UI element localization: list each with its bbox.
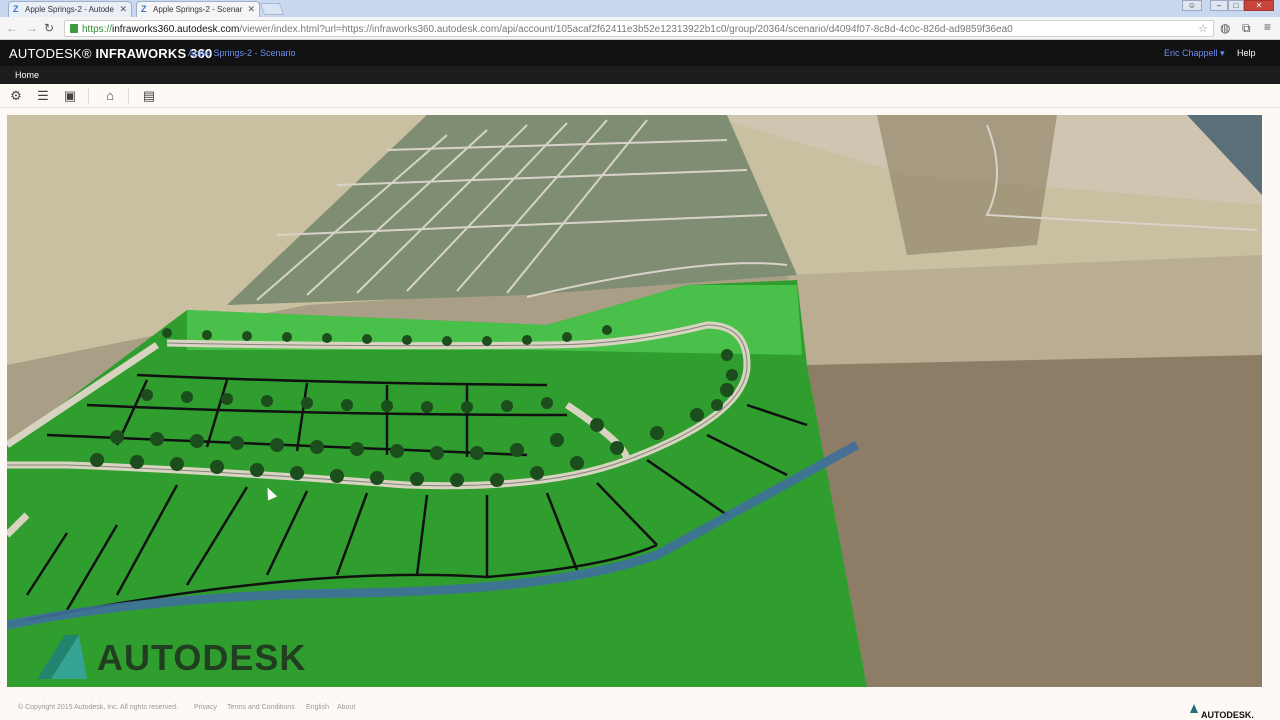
new-tab-button[interactable] — [259, 3, 285, 15]
footer-link-language[interactable]: English — [306, 704, 329, 711]
autodesk-favicon-icon: Z — [13, 4, 19, 14]
autodesk-logo-icon — [37, 635, 87, 679]
footer-link-about[interactable]: About — [337, 704, 355, 711]
user-menu[interactable]: Eric Chappell ▾ — [1164, 48, 1225, 59]
profile-button[interactable]: ☺ — [1182, 0, 1202, 11]
close-tab-icon[interactable]: ✕ — [119, 4, 127, 15]
home-icon[interactable]: ⌂ — [102, 88, 118, 104]
reload-icon[interactable]: ↻ — [44, 21, 54, 35]
browser-tab-2[interactable]: Z Apple Springs-2 - Scenar ✕ — [136, 1, 260, 17]
toolbar-divider — [128, 88, 129, 104]
close-tab-icon[interactable]: ✕ — [247, 4, 255, 15]
viewer-toolbar: ⚙ ☰ ▣ ⌂ ▤ — [0, 84, 1280, 108]
model-icon[interactable]: ▣ — [62, 88, 78, 104]
help-link[interactable]: Help — [1237, 48, 1256, 58]
browser-tab-1[interactable]: Z Apple Springs-2 - Autode ✕ — [8, 1, 132, 17]
app-brand: AUTODESK® INFRAWORKS 360 — [9, 46, 213, 61]
footer-link-terms[interactable]: Terms and Conditions — [227, 704, 295, 711]
watermark-text: AUTODESK — [97, 637, 307, 678]
forward-icon[interactable]: → — [26, 21, 38, 35]
footer-link-privacy[interactable]: Privacy — [194, 704, 217, 711]
close-window-icon[interactable]: ✕ — [1244, 0, 1274, 11]
copyright-text: © Copyright 2015 Autodesk, Inc. All righ… — [18, 704, 179, 711]
autodesk-logo-icon — [1190, 704, 1198, 713]
browser-toolbar: ← → ↻ https://infraworks360.autodesk.com… — [0, 17, 1280, 40]
tab-title: Apple Springs-2 - Scenar — [153, 5, 243, 14]
bookmark-star-icon[interactable]: ☆ — [1198, 22, 1208, 35]
address-bar[interactable]: https://infraworks360.autodesk.com/viewe… — [64, 20, 1214, 37]
footer-logo: AUTODESK. — [1190, 704, 1254, 720]
comments-icon[interactable]: ▤ — [141, 88, 157, 104]
extension-icon[interactable]: ◍ — [1220, 21, 1230, 35]
autodesk-favicon-icon: Z — [141, 4, 147, 14]
menu-icon[interactable]: ≡ — [1264, 20, 1271, 34]
3d-viewport[interactable]: AUTODESK — [7, 115, 1262, 687]
extension-2-icon[interactable]: ⧉ — [1242, 21, 1251, 36]
toolbar-divider — [88, 88, 89, 104]
scenario-name: Apple Springs-2 - Scenario — [188, 48, 296, 58]
layers-icon[interactable]: ☰ — [35, 88, 51, 104]
settings-icon[interactable]: ⚙ — [8, 88, 24, 104]
maximize-icon[interactable]: □ — [1228, 0, 1244, 11]
scene-render — [7, 115, 1262, 687]
tab-title: Apple Springs-2 - Autode — [25, 5, 114, 14]
back-icon[interactable]: ← — [6, 21, 18, 35]
url-text: https://infraworks360.autodesk.com/viewe… — [82, 24, 1013, 35]
footer: © Copyright 2015 Autodesk, Inc. All righ… — [0, 698, 1280, 720]
browser-tabstrip: Z Apple Springs-2 - Autode ✕ Z Apple Spr… — [0, 0, 1280, 17]
sub-navigation: Home — [0, 66, 1280, 84]
minimize-icon[interactable]: – — [1210, 0, 1228, 11]
home-link[interactable]: Home — [15, 70, 39, 80]
app-header: AUTODESK® INFRAWORKS 360 Apple Springs-2… — [0, 40, 1280, 66]
lock-icon — [70, 24, 78, 33]
